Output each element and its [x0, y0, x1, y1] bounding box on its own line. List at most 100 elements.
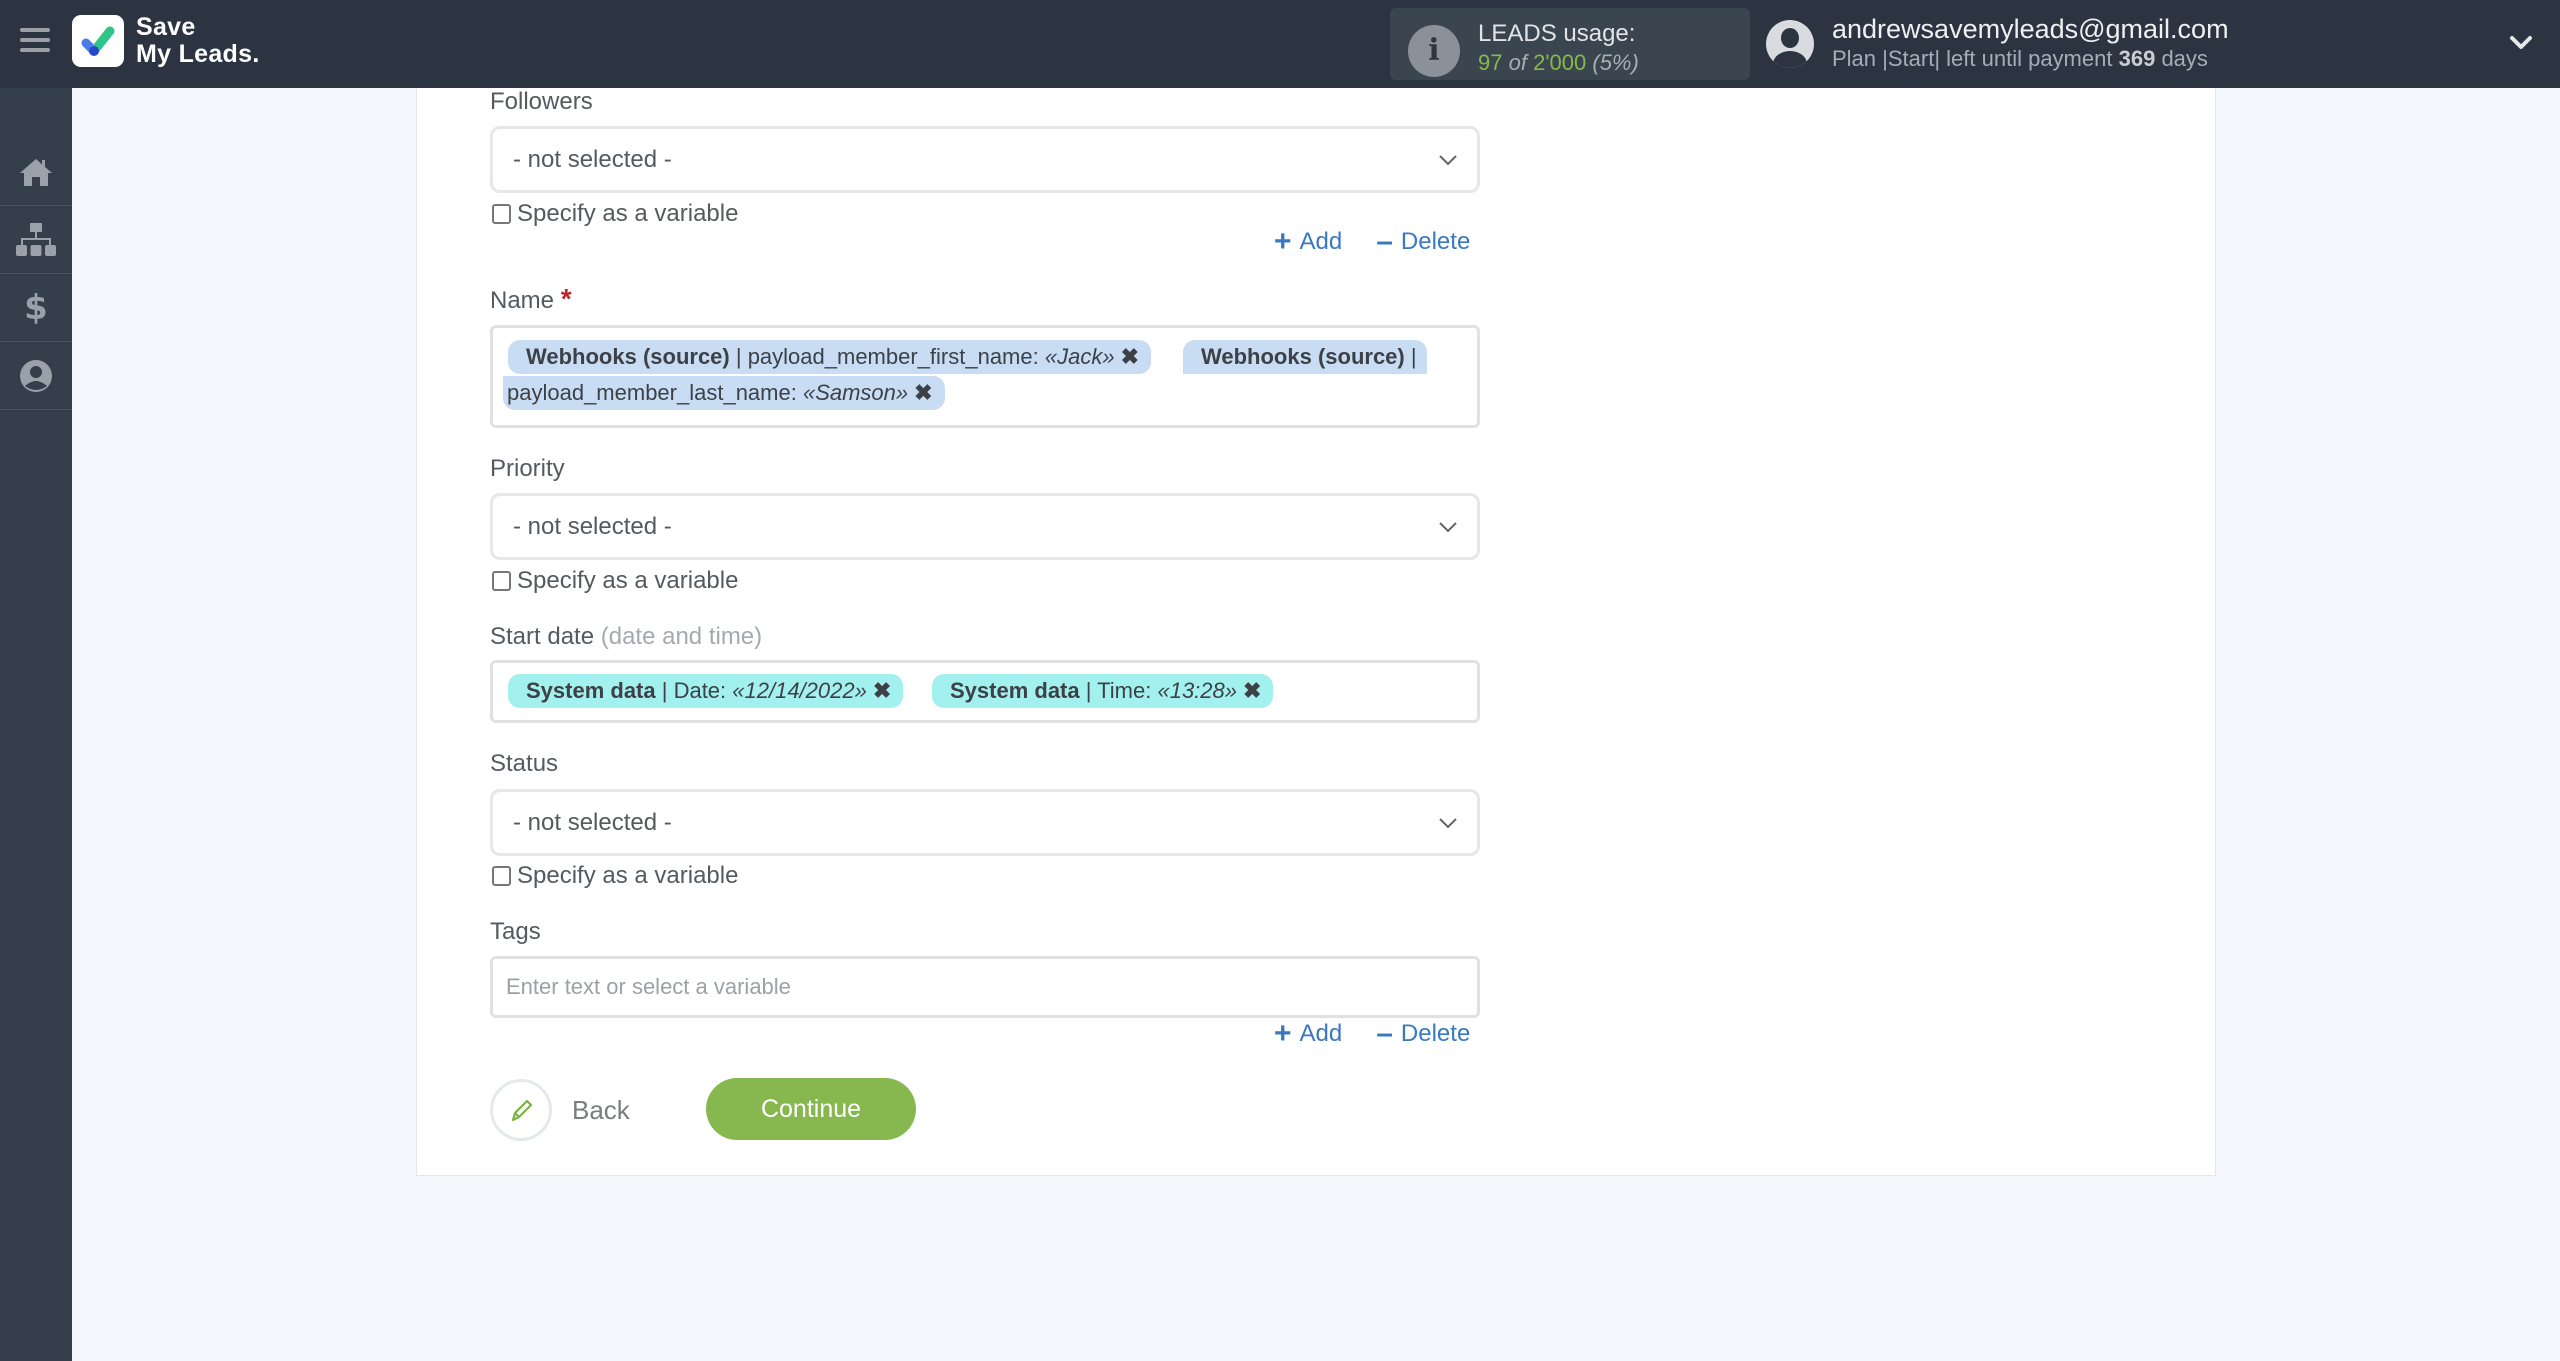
checkbox-box[interactable]: [492, 204, 511, 224]
continue-button[interactable]: Continue: [706, 1078, 916, 1140]
chip-value: «13:28»: [1157, 678, 1237, 703]
chip-remove-icon[interactable]: ✖: [1121, 344, 1139, 369]
name-label: Name *: [490, 283, 572, 315]
usage-used: 97: [1478, 50, 1503, 75]
usage-percent: (5%): [1592, 50, 1639, 75]
back-label: Back: [572, 1094, 630, 1125]
status-select[interactable]: - not selected -: [490, 789, 1480, 856]
info-icon: i: [1408, 25, 1460, 77]
chevron-down-icon: [1439, 522, 1457, 533]
chip-field: payload_member_last_name:: [507, 380, 803, 405]
chip-field: | Date:: [655, 678, 733, 703]
add-button[interactable]: + Add: [1274, 225, 1343, 258]
start-date-chip-date[interactable]: System data | Date: «12/14/2022» ✖: [508, 674, 904, 708]
priority-label: Priority: [490, 455, 565, 482]
checkbox-label: Specify as a variable: [517, 200, 739, 227]
chip-field: | Time:: [1079, 678, 1158, 703]
checkbox-label: Specify as a variable: [517, 567, 739, 594]
chip-source: System data: [950, 678, 1080, 703]
tags-label: Tags: [490, 918, 541, 945]
followers-label: Followers: [490, 88, 593, 115]
chip-remove-icon[interactable]: ✖: [1243, 678, 1261, 703]
plan-suffix: days: [2161, 46, 2208, 71]
start-date-hint: (date and time): [600, 623, 763, 650]
usage-value: 97 of 2'000 (5%): [1478, 50, 1639, 76]
dollar-icon: $: [24, 287, 48, 328]
top-header: Save My Leads. i LEADS usage: 97 of 2'00…: [0, 0, 2560, 88]
delete-label: Delete: [1400, 228, 1471, 255]
followers-select-value: - not selected -: [513, 146, 672, 173]
name-chip-last-name-part2[interactable]: payload_member_last_name: «Samson» ✖: [503, 376, 945, 410]
checkbox-box[interactable]: [492, 866, 511, 886]
logo-line-1: Save: [136, 13, 196, 41]
start-date-label: Start date (date and time): [490, 623, 762, 651]
chip-source: Webhooks (source): [1201, 344, 1405, 369]
user-avatar-icon[interactable]: [1766, 20, 1814, 68]
chip-source: System data: [526, 678, 656, 703]
chip-value: «Samson»: [802, 380, 909, 405]
menu-toggle-icon[interactable]: [20, 28, 50, 56]
chip-field: | payload_member_first_name:: [729, 344, 1045, 369]
checkbox-box[interactable]: [492, 571, 511, 591]
priority-select-value: - not selected -: [513, 513, 672, 540]
account-chevron-down-icon[interactable]: [2508, 30, 2534, 56]
leads-usage-panel: i LEADS usage: 97 of 2'000 (5%): [1390, 8, 1750, 80]
usage-title: LEADS usage:: [1478, 20, 1636, 47]
plan-days: 369: [2118, 46, 2156, 71]
start-date-chip-time[interactable]: System data | Time: «13:28» ✖: [932, 674, 1274, 708]
chevron-down-icon: [1439, 818, 1457, 829]
followers-select[interactable]: - not selected -: [490, 126, 1480, 193]
chip-remove-icon[interactable]: ✖: [873, 678, 891, 703]
start-date-label-text: Start date: [490, 623, 595, 650]
priority-select[interactable]: - not selected -: [490, 493, 1480, 560]
name-variable-field[interactable]: Webhooks (source) | payload_member_first…: [490, 325, 1480, 428]
name-chip-first-name[interactable]: Webhooks (source) | payload_member_first…: [508, 340, 1151, 374]
delete-button[interactable]: – Delete: [1376, 1017, 1471, 1050]
chip-value: «12/14/2022»: [732, 678, 867, 703]
add-label: Add: [1299, 228, 1343, 255]
priority-variable-checkbox[interactable]: Specify as a variable: [492, 567, 738, 595]
minus-icon: –: [1376, 1017, 1393, 1050]
name-label-text: Name: [490, 287, 555, 314]
sidebar: $: [0, 88, 72, 1361]
account-email[interactable]: andrewsavemyleads@gmail.com: [1832, 14, 2229, 45]
logo-line-2: My Leads.: [136, 40, 260, 68]
name-chip-last-name-part1[interactable]: Webhooks (source) |: [1183, 340, 1427, 374]
status-select-value: - not selected -: [513, 809, 672, 836]
status-variable-checkbox[interactable]: Specify as a variable: [492, 862, 738, 890]
add-button[interactable]: + Add: [1274, 1017, 1343, 1050]
delete-label: Delete: [1400, 1020, 1471, 1047]
chip-field: |: [1404, 344, 1417, 369]
back-button[interactable]: Back: [490, 1079, 630, 1141]
sidebar-item-home[interactable]: [0, 138, 72, 206]
sidebar-item-account[interactable]: [0, 342, 72, 410]
sitemap-icon: [16, 222, 56, 256]
add-label: Add: [1299, 1020, 1343, 1047]
usage-of: of: [1508, 50, 1527, 75]
logo-text[interactable]: Save My Leads.: [136, 14, 260, 68]
tags-input[interactable]: [490, 956, 1480, 1018]
followers-add-delete: + Add – Delete: [1274, 225, 1471, 258]
usage-total: 2'000: [1533, 50, 1587, 75]
plan-info: Plan |Start| left until payment 369 days: [1832, 46, 2208, 72]
checkbox-label: Specify as a variable: [517, 862, 739, 889]
minus-icon: –: [1376, 225, 1393, 258]
chevron-down-icon: [1439, 155, 1457, 166]
pencil-icon: [490, 1079, 552, 1141]
delete-button[interactable]: – Delete: [1376, 225, 1471, 258]
plus-icon: +: [1274, 1017, 1292, 1050]
start-date-variable-field[interactable]: System data | Date: «12/14/2022» ✖ System…: [490, 660, 1480, 723]
logo-icon[interactable]: [72, 15, 124, 67]
user-circle-icon: [20, 359, 52, 392]
required-mark: *: [560, 283, 572, 314]
tags-add-delete: + Add – Delete: [1274, 1017, 1471, 1050]
plus-icon: +: [1274, 225, 1292, 258]
followers-variable-checkbox[interactable]: Specify as a variable: [492, 200, 738, 228]
plan-prefix: Plan |Start| left until payment: [1832, 46, 2113, 71]
sidebar-item-billing[interactable]: $: [0, 274, 72, 342]
chip-remove-icon[interactable]: ✖: [914, 380, 932, 405]
sidebar-item-connections[interactable]: [0, 206, 72, 274]
status-label: Status: [490, 750, 559, 777]
chip-source: Webhooks (source): [526, 344, 730, 369]
chip-value: «Jack»: [1044, 344, 1115, 369]
